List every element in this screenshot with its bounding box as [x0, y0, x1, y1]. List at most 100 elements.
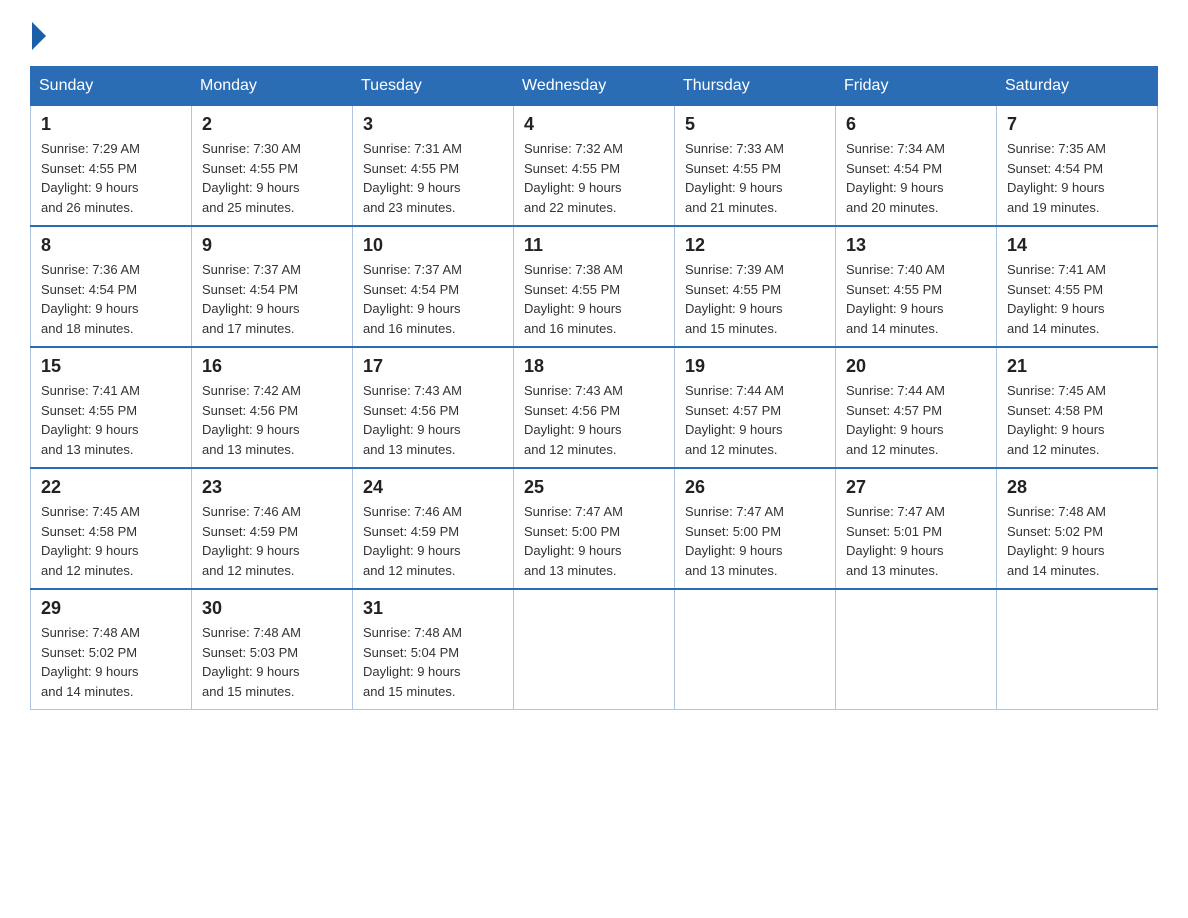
- week-row-2: 8 Sunrise: 7:36 AM Sunset: 4:54 PM Dayli…: [31, 226, 1158, 347]
- day-number: 22: [41, 477, 181, 498]
- day-number: 8: [41, 235, 181, 256]
- weekday-header-wednesday: Wednesday: [514, 67, 675, 106]
- calendar-cell: 14 Sunrise: 7:41 AM Sunset: 4:55 PM Dayl…: [997, 226, 1158, 347]
- day-info: Sunrise: 7:34 AM Sunset: 4:54 PM Dayligh…: [846, 139, 986, 217]
- calendar-cell: 12 Sunrise: 7:39 AM Sunset: 4:55 PM Dayl…: [675, 226, 836, 347]
- day-info: Sunrise: 7:45 AM Sunset: 4:58 PM Dayligh…: [41, 502, 181, 580]
- day-info: Sunrise: 7:38 AM Sunset: 4:55 PM Dayligh…: [524, 260, 664, 338]
- calendar-cell: 7 Sunrise: 7:35 AM Sunset: 4:54 PM Dayli…: [997, 106, 1158, 227]
- day-info: Sunrise: 7:29 AM Sunset: 4:55 PM Dayligh…: [41, 139, 181, 217]
- day-number: 14: [1007, 235, 1147, 256]
- day-info: Sunrise: 7:44 AM Sunset: 4:57 PM Dayligh…: [685, 381, 825, 459]
- calendar-cell: 8 Sunrise: 7:36 AM Sunset: 4:54 PM Dayli…: [31, 226, 192, 347]
- calendar-cell: 31 Sunrise: 7:48 AM Sunset: 5:04 PM Dayl…: [353, 589, 514, 710]
- day-info: Sunrise: 7:48 AM Sunset: 5:04 PM Dayligh…: [363, 623, 503, 701]
- day-number: 5: [685, 114, 825, 135]
- day-info: Sunrise: 7:43 AM Sunset: 4:56 PM Dayligh…: [524, 381, 664, 459]
- day-info: Sunrise: 7:30 AM Sunset: 4:55 PM Dayligh…: [202, 139, 342, 217]
- calendar-cell: 15 Sunrise: 7:41 AM Sunset: 4:55 PM Dayl…: [31, 347, 192, 468]
- day-number: 18: [524, 356, 664, 377]
- day-info: Sunrise: 7:48 AM Sunset: 5:02 PM Dayligh…: [1007, 502, 1147, 580]
- day-number: 4: [524, 114, 664, 135]
- day-info: Sunrise: 7:41 AM Sunset: 4:55 PM Dayligh…: [41, 381, 181, 459]
- week-row-1: 1 Sunrise: 7:29 AM Sunset: 4:55 PM Dayli…: [31, 106, 1158, 227]
- calendar-cell: 17 Sunrise: 7:43 AM Sunset: 4:56 PM Dayl…: [353, 347, 514, 468]
- calendar-cell: [836, 589, 997, 710]
- day-info: Sunrise: 7:39 AM Sunset: 4:55 PM Dayligh…: [685, 260, 825, 338]
- calendar-cell: 19 Sunrise: 7:44 AM Sunset: 4:57 PM Dayl…: [675, 347, 836, 468]
- day-info: Sunrise: 7:48 AM Sunset: 5:02 PM Dayligh…: [41, 623, 181, 701]
- calendar-cell: 27 Sunrise: 7:47 AM Sunset: 5:01 PM Dayl…: [836, 468, 997, 589]
- week-row-5: 29 Sunrise: 7:48 AM Sunset: 5:02 PM Dayl…: [31, 589, 1158, 710]
- day-number: 16: [202, 356, 342, 377]
- calendar-cell: 4 Sunrise: 7:32 AM Sunset: 4:55 PM Dayli…: [514, 106, 675, 227]
- calendar-cell: 16 Sunrise: 7:42 AM Sunset: 4:56 PM Dayl…: [192, 347, 353, 468]
- calendar-cell: 28 Sunrise: 7:48 AM Sunset: 5:02 PM Dayl…: [997, 468, 1158, 589]
- calendar-cell: [675, 589, 836, 710]
- day-info: Sunrise: 7:31 AM Sunset: 4:55 PM Dayligh…: [363, 139, 503, 217]
- calendar-cell: 29 Sunrise: 7:48 AM Sunset: 5:02 PM Dayl…: [31, 589, 192, 710]
- weekday-header-monday: Monday: [192, 67, 353, 106]
- calendar-cell: 9 Sunrise: 7:37 AM Sunset: 4:54 PM Dayli…: [192, 226, 353, 347]
- calendar-cell: [997, 589, 1158, 710]
- day-info: Sunrise: 7:46 AM Sunset: 4:59 PM Dayligh…: [363, 502, 503, 580]
- day-number: 2: [202, 114, 342, 135]
- day-number: 6: [846, 114, 986, 135]
- calendar-cell: [514, 589, 675, 710]
- day-info: Sunrise: 7:36 AM Sunset: 4:54 PM Dayligh…: [41, 260, 181, 338]
- calendar-cell: 5 Sunrise: 7:33 AM Sunset: 4:55 PM Dayli…: [675, 106, 836, 227]
- day-number: 29: [41, 598, 181, 619]
- day-info: Sunrise: 7:47 AM Sunset: 5:00 PM Dayligh…: [685, 502, 825, 580]
- day-info: Sunrise: 7:45 AM Sunset: 4:58 PM Dayligh…: [1007, 381, 1147, 459]
- day-number: 3: [363, 114, 503, 135]
- day-number: 17: [363, 356, 503, 377]
- day-info: Sunrise: 7:37 AM Sunset: 4:54 PM Dayligh…: [363, 260, 503, 338]
- calendar-cell: 13 Sunrise: 7:40 AM Sunset: 4:55 PM Dayl…: [836, 226, 997, 347]
- day-number: 26: [685, 477, 825, 498]
- day-number: 12: [685, 235, 825, 256]
- calendar-cell: 21 Sunrise: 7:45 AM Sunset: 4:58 PM Dayl…: [997, 347, 1158, 468]
- day-info: Sunrise: 7:41 AM Sunset: 4:55 PM Dayligh…: [1007, 260, 1147, 338]
- day-number: 27: [846, 477, 986, 498]
- logo: [30, 20, 46, 46]
- logo-arrow-icon: [32, 22, 46, 50]
- day-info: Sunrise: 7:48 AM Sunset: 5:03 PM Dayligh…: [202, 623, 342, 701]
- calendar-cell: 2 Sunrise: 7:30 AM Sunset: 4:55 PM Dayli…: [192, 106, 353, 227]
- day-number: 1: [41, 114, 181, 135]
- calendar-cell: 10 Sunrise: 7:37 AM Sunset: 4:54 PM Dayl…: [353, 226, 514, 347]
- day-number: 25: [524, 477, 664, 498]
- calendar-cell: 11 Sunrise: 7:38 AM Sunset: 4:55 PM Dayl…: [514, 226, 675, 347]
- week-row-4: 22 Sunrise: 7:45 AM Sunset: 4:58 PM Dayl…: [31, 468, 1158, 589]
- day-info: Sunrise: 7:35 AM Sunset: 4:54 PM Dayligh…: [1007, 139, 1147, 217]
- day-info: Sunrise: 7:46 AM Sunset: 4:59 PM Dayligh…: [202, 502, 342, 580]
- day-number: 7: [1007, 114, 1147, 135]
- calendar-cell: 3 Sunrise: 7:31 AM Sunset: 4:55 PM Dayli…: [353, 106, 514, 227]
- calendar-cell: 25 Sunrise: 7:47 AM Sunset: 5:00 PM Dayl…: [514, 468, 675, 589]
- day-number: 20: [846, 356, 986, 377]
- day-number: 15: [41, 356, 181, 377]
- weekday-header-saturday: Saturday: [997, 67, 1158, 106]
- day-info: Sunrise: 7:42 AM Sunset: 4:56 PM Dayligh…: [202, 381, 342, 459]
- weekday-header-row: SundayMondayTuesdayWednesdayThursdayFrid…: [31, 67, 1158, 106]
- weekday-header-sunday: Sunday: [31, 67, 192, 106]
- day-number: 11: [524, 235, 664, 256]
- day-number: 9: [202, 235, 342, 256]
- day-number: 24: [363, 477, 503, 498]
- day-info: Sunrise: 7:47 AM Sunset: 5:00 PM Dayligh…: [524, 502, 664, 580]
- weekday-header-friday: Friday: [836, 67, 997, 106]
- page-header: [30, 20, 1158, 46]
- day-info: Sunrise: 7:47 AM Sunset: 5:01 PM Dayligh…: [846, 502, 986, 580]
- day-number: 21: [1007, 356, 1147, 377]
- calendar-cell: 20 Sunrise: 7:44 AM Sunset: 4:57 PM Dayl…: [836, 347, 997, 468]
- day-info: Sunrise: 7:32 AM Sunset: 4:55 PM Dayligh…: [524, 139, 664, 217]
- calendar-cell: 23 Sunrise: 7:46 AM Sunset: 4:59 PM Dayl…: [192, 468, 353, 589]
- day-number: 28: [1007, 477, 1147, 498]
- day-info: Sunrise: 7:43 AM Sunset: 4:56 PM Dayligh…: [363, 381, 503, 459]
- day-number: 23: [202, 477, 342, 498]
- day-number: 13: [846, 235, 986, 256]
- day-info: Sunrise: 7:33 AM Sunset: 4:55 PM Dayligh…: [685, 139, 825, 217]
- day-number: 19: [685, 356, 825, 377]
- calendar-cell: 22 Sunrise: 7:45 AM Sunset: 4:58 PM Dayl…: [31, 468, 192, 589]
- day-info: Sunrise: 7:44 AM Sunset: 4:57 PM Dayligh…: [846, 381, 986, 459]
- day-info: Sunrise: 7:40 AM Sunset: 4:55 PM Dayligh…: [846, 260, 986, 338]
